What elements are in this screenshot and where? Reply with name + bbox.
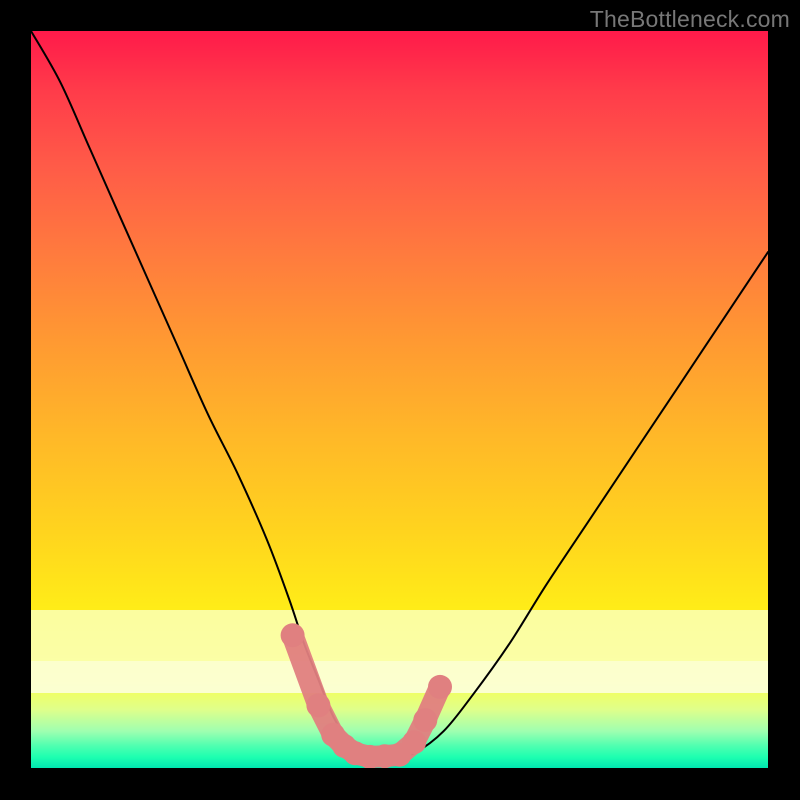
optimal-marker-dot [306, 693, 330, 717]
chart-frame: TheBottleneck.com [0, 0, 800, 800]
curve-layer [31, 31, 768, 768]
optimal-marker-dot [413, 708, 437, 732]
bottleneck-curve-line [31, 31, 768, 760]
optimal-marker-dot [402, 730, 426, 754]
optimal-marker-dot [281, 623, 305, 647]
optimal-marker-dot [428, 675, 452, 699]
watermark-text: TheBottleneck.com [590, 6, 790, 33]
plot-area [31, 31, 768, 768]
